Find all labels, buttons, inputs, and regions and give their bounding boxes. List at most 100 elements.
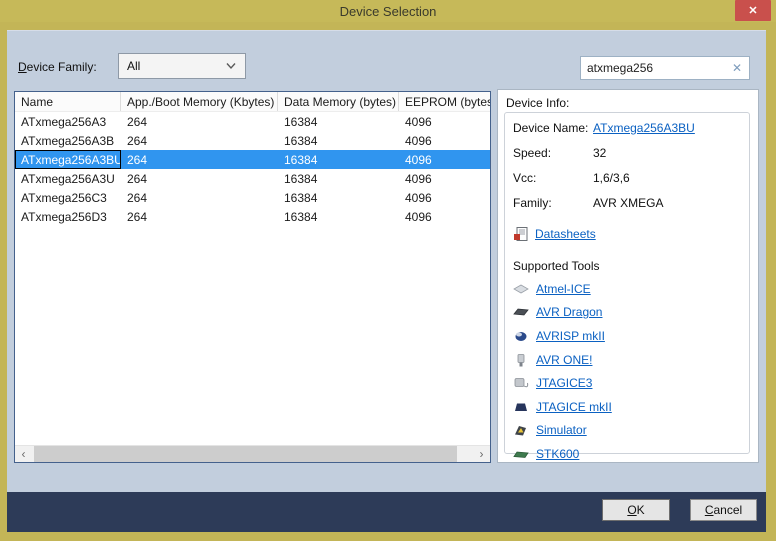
jtagice-mkii-icon	[513, 400, 529, 414]
field-device-name: Device Name: ATxmega256A3BU	[513, 121, 741, 146]
tool-link[interactable]: JTAGICE3	[536, 376, 592, 390]
cell-app: 264	[121, 131, 278, 150]
field-value: 1,6/3,6	[593, 171, 630, 185]
table-body: ATxmega256A3 264 16384 4096 ATxmega256A3…	[15, 112, 490, 445]
field-label: Speed:	[513, 146, 593, 160]
cell-data: 16384	[278, 188, 399, 207]
cell-data: 16384	[278, 207, 399, 226]
dialog-client-area: Device Family: All ✕ Name App./Boot Memo…	[7, 30, 766, 492]
atmel-ice-icon	[513, 282, 529, 296]
cell-app: 264	[121, 112, 278, 131]
cell-name: ATxmega256D3	[15, 207, 121, 226]
field-label: Family:	[513, 196, 593, 210]
table-row[interactable]: ATxmega256D3 264 16384 4096	[15, 207, 490, 226]
column-header-name[interactable]: Name	[15, 92, 121, 111]
field-label: Vcc:	[513, 171, 593, 185]
scrollbar-thumb[interactable]	[34, 446, 457, 462]
avrisp-mkii-icon	[513, 329, 529, 343]
scrollbar-track[interactable]	[32, 446, 473, 462]
chevron-down-icon	[225, 62, 237, 70]
horizontal-scrollbar: ‹ ›	[15, 445, 490, 462]
column-header-eeprom[interactable]: EEPROM (bytes)	[399, 92, 490, 111]
field-label: Device Name:	[513, 121, 593, 135]
field-family: Family: AVR XMEGA	[513, 196, 741, 221]
tool-item: AVR ONE!	[513, 348, 741, 372]
cell-data: 16384	[278, 112, 399, 131]
device-info-panel: Device Info: Device Name: ATxmega256A3BU…	[497, 89, 759, 463]
device-family-value: All	[127, 59, 225, 73]
datasheets-row: Datasheets	[513, 223, 741, 245]
device-family-label: Device Family:	[18, 60, 97, 74]
cell-eeprom: 4096	[399, 207, 490, 226]
tool-link[interactable]: AVR Dragon	[536, 305, 602, 319]
cell-data: 16384	[278, 169, 399, 188]
jtagice3-icon	[513, 376, 529, 390]
clear-search-icon[interactable]: ✕	[725, 61, 749, 75]
cell-eeprom: 4096	[399, 150, 490, 169]
cell-app: 264	[121, 169, 278, 188]
device-info-box: Device Name: ATxmega256A3BU Speed: 32 Vc…	[504, 112, 750, 454]
tool-item: AVRISP mkII	[513, 324, 741, 348]
tool-link[interactable]: STK600	[536, 447, 579, 461]
cell-app: 264	[121, 207, 278, 226]
avr-one-icon	[513, 353, 529, 367]
table-row[interactable]: ATxmega256C3 264 16384 4096	[15, 188, 490, 207]
supported-tools-list: Atmel-ICE AVR Dragon AVRISP mkII	[513, 277, 741, 466]
tool-link[interactable]: Simulator	[536, 423, 587, 437]
tool-link[interactable]: Atmel-ICE	[536, 282, 591, 296]
close-icon: ✕	[748, 4, 757, 17]
column-header-data-memory[interactable]: Data Memory (bytes)	[278, 92, 399, 111]
field-vcc: Vcc: 1,6/3,6	[513, 171, 741, 196]
device-family-dropdown[interactable]: All	[118, 53, 246, 79]
stk600-icon	[513, 447, 529, 461]
scroll-left-arrow-icon[interactable]: ‹	[15, 446, 32, 462]
tool-link[interactable]: AVRISP mkII	[536, 329, 605, 343]
datasheets-link[interactable]: Datasheets	[535, 227, 596, 241]
device-table: Name App./Boot Memory (Kbytes) Data Memo…	[14, 91, 491, 463]
cell-name: ATxmega256A3	[15, 112, 121, 131]
column-header-app-boot-memory[interactable]: App./Boot Memory (Kbytes)	[121, 92, 278, 111]
search-input[interactable]	[581, 61, 725, 75]
tool-link[interactable]: JTAGICE mkII	[536, 400, 612, 414]
dialog-footer: OK Cancel	[7, 492, 766, 532]
close-button[interactable]: ✕	[735, 0, 771, 21]
cell-eeprom: 4096	[399, 169, 490, 188]
cell-name: ATxmega256C3	[15, 188, 121, 207]
title-bar: Device Selection ✕	[0, 0, 776, 22]
device-search-box: ✕	[580, 56, 750, 80]
tool-item: STK600	[513, 442, 741, 466]
field-speed: Speed: 32	[513, 146, 741, 171]
cell-name: ATxmega256A3B	[15, 131, 121, 150]
pdf-icon	[513, 227, 529, 241]
tool-item: Simulator	[513, 419, 741, 443]
cell-data: 16384	[278, 150, 399, 169]
cancel-button[interactable]: Cancel	[690, 499, 757, 521]
field-value: 32	[593, 146, 606, 160]
tool-item: Atmel-ICE	[513, 277, 741, 301]
scroll-right-arrow-icon[interactable]: ›	[473, 446, 490, 462]
avr-dragon-icon	[513, 305, 529, 319]
cell-app: 264	[121, 188, 278, 207]
table-row[interactable]: ATxmega256A3U 264 16384 4096	[15, 169, 490, 188]
device-name-link[interactable]: ATxmega256A3BU	[593, 121, 695, 135]
tool-link[interactable]: AVR ONE!	[536, 353, 592, 367]
ok-button[interactable]: OK	[602, 499, 670, 521]
supported-tools-title: Supported Tools	[513, 259, 741, 273]
tool-item: AVR Dragon	[513, 301, 741, 325]
tool-item: JTAGICE3	[513, 371, 741, 395]
cell-eeprom: 4096	[399, 112, 490, 131]
cell-data: 16384	[278, 131, 399, 150]
tool-item: JTAGICE mkII	[513, 395, 741, 419]
table-header-row: Name App./Boot Memory (Kbytes) Data Memo…	[15, 92, 490, 112]
field-value: AVR XMEGA	[593, 196, 663, 210]
cell-name: ATxmega256A3BU	[15, 150, 121, 169]
cell-eeprom: 4096	[399, 131, 490, 150]
cell-app: 264	[121, 150, 278, 169]
cell-name: ATxmega256A3U	[15, 169, 121, 188]
device-info-title: Device Info:	[506, 96, 569, 110]
table-row[interactable]: ATxmega256A3B 264 16384 4096	[15, 131, 490, 150]
simulator-icon	[513, 423, 529, 437]
window-title: Device Selection	[340, 4, 437, 19]
table-row-selected[interactable]: ATxmega256A3BU 264 16384 4096	[15, 150, 490, 169]
table-row[interactable]: ATxmega256A3 264 16384 4096	[15, 112, 490, 131]
